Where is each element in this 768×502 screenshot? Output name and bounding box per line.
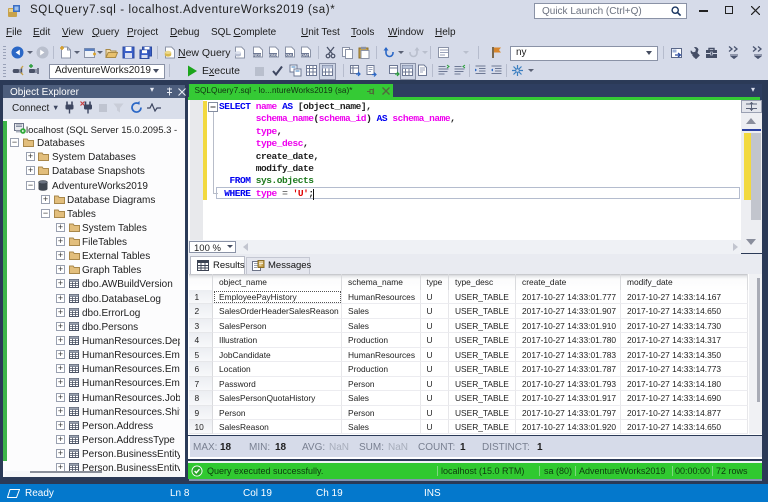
svg-text:XML: XML (285, 53, 294, 58)
svg-text:DAT: DAT (301, 53, 309, 58)
svg-text:NDS: NDS (253, 53, 262, 58)
svg-text:DMX: DMX (269, 53, 278, 58)
